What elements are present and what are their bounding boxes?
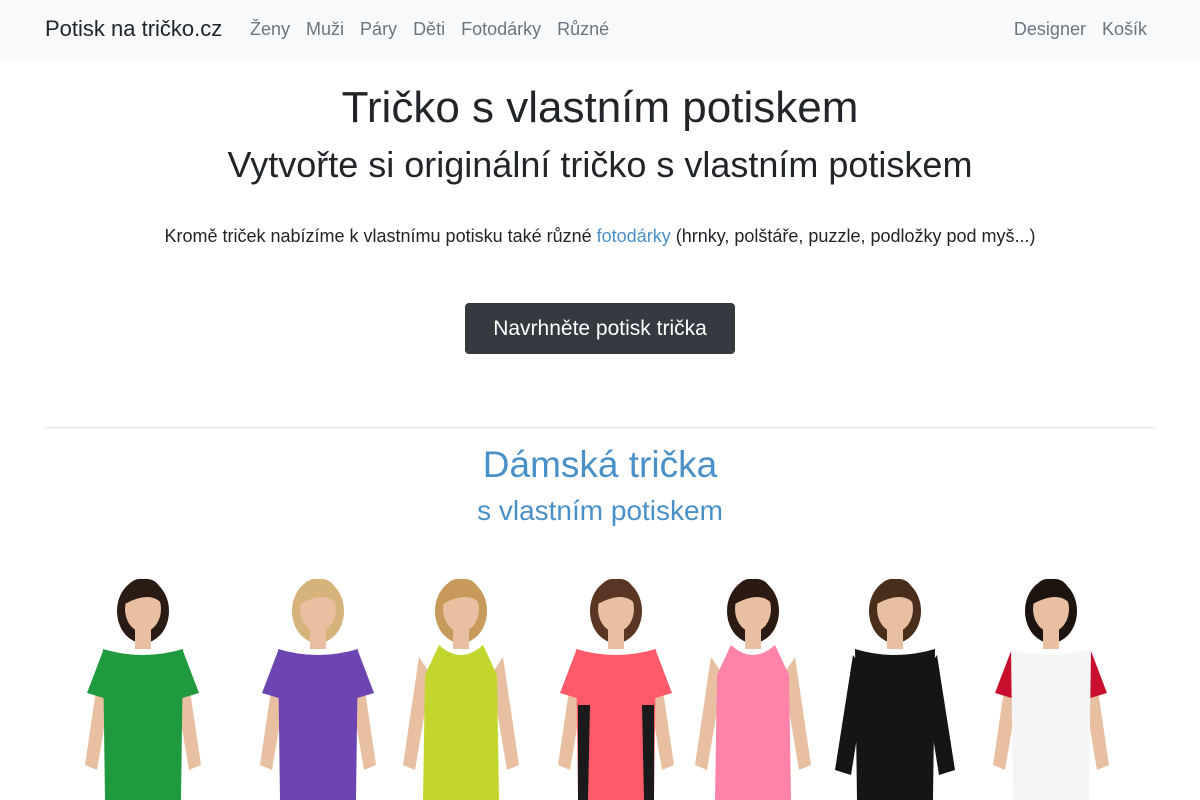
model-photo-coral-sport-tee[interactable] bbox=[541, 565, 691, 800]
model-figure bbox=[835, 578, 955, 800]
nav-link-kosik[interactable]: Košík bbox=[1094, 19, 1155, 40]
model-figure bbox=[558, 578, 674, 800]
section-divider bbox=[45, 427, 1155, 428]
section-subtitle[interactable]: s vlastním potiskem bbox=[0, 494, 1200, 528]
nav-link-muzi[interactable]: Muži bbox=[298, 19, 352, 40]
nav-secondary: Designer Košík bbox=[1006, 19, 1155, 40]
nav-link-designer[interactable]: Designer bbox=[1006, 19, 1094, 40]
model-figure bbox=[403, 578, 519, 800]
nav-link-zeny[interactable]: Ženy bbox=[242, 19, 298, 40]
model-photo-black-longsleeve[interactable] bbox=[820, 565, 970, 800]
navbar: Potisk na tričko.cz Ženy Muži Páry Děti … bbox=[0, 0, 1200, 60]
nav-link-ruzne[interactable]: Různé bbox=[549, 19, 617, 40]
model-figure bbox=[260, 578, 376, 800]
model-photo-raglan-tee[interactable] bbox=[976, 565, 1126, 800]
hero-description: Kromě triček nabízíme k vlastnímu potisk… bbox=[0, 225, 1200, 247]
hero-title: Tričko s vlastním potiskem bbox=[341, 83, 859, 132]
section-title[interactable]: Dámská trička bbox=[0, 442, 1200, 488]
design-tshirt-button[interactable]: Navrhněte potisk trička bbox=[465, 303, 735, 354]
model-figure bbox=[85, 578, 201, 800]
model-figure bbox=[993, 578, 1109, 800]
nav-link-fotodarky[interactable]: Fotodárky bbox=[453, 19, 549, 40]
model-figure bbox=[695, 578, 811, 800]
womens-tshirt-gallery[interactable] bbox=[68, 565, 1132, 800]
nav-link-deti[interactable]: Děti bbox=[405, 19, 453, 40]
hero-text-after: (hrnky, polštáře, puzzle, podložky pod m… bbox=[670, 226, 1036, 246]
hero-subtitle: Vytvořte si originální tričko s vlastním… bbox=[227, 144, 973, 185]
nav-primary: Ženy Muži Páry Děti Fotodárky Různé bbox=[242, 19, 617, 40]
model-photo-pink-tank[interactable] bbox=[678, 565, 828, 800]
nav-link-pary[interactable]: Páry bbox=[352, 19, 405, 40]
model-photo-green-tee[interactable] bbox=[68, 565, 218, 800]
model-photo-lime-tank[interactable] bbox=[386, 565, 536, 800]
fotodarky-link[interactable]: fotodárky bbox=[597, 226, 671, 246]
model-photo-purple-tee[interactable] bbox=[243, 565, 393, 800]
brand-logo-link[interactable]: Potisk na tričko.cz bbox=[45, 16, 222, 42]
hero-text-before: Kromě triček nabízíme k vlastnímu potisk… bbox=[164, 226, 597, 246]
